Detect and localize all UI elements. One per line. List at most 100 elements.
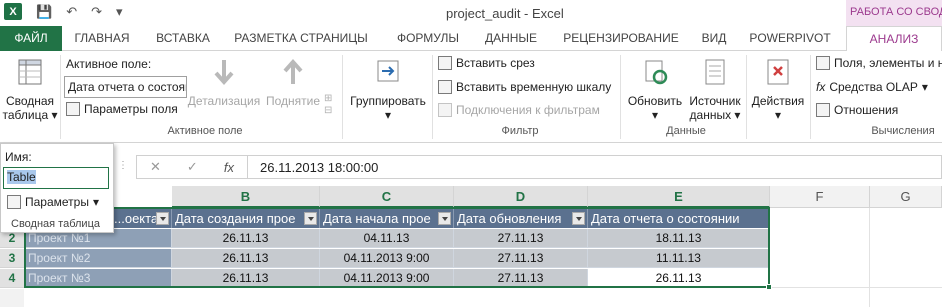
quick-access-toolbar: X 💾 ↶ ↷ ▾: [4, 3, 123, 20]
tab-review[interactable]: РЕЦЕНЗИРОВАНИЕ: [552, 26, 690, 51]
table-header-created[interactable]: Дата создания прое: [172, 209, 320, 228]
refresh-label: Обновить: [627, 94, 683, 108]
tab-formulas[interactable]: ФОРМУЛЫ: [384, 26, 472, 51]
tab-data[interactable]: ДАННЫЕ: [478, 26, 544, 51]
insert-slicer-label: Вставить срез: [456, 56, 535, 70]
actions-button[interactable]: Действия ▾: [750, 57, 806, 122]
insert-function-icon[interactable]: fx: [224, 160, 234, 175]
ribbon-tabs: ФАЙЛ ГЛАВНАЯ ВСТАВКА РАЗМЕТКА СТРАНИЦЫ Ф…: [0, 26, 942, 51]
slicer-icon: [438, 56, 452, 70]
options-icon: [7, 195, 21, 209]
pivot-name-label: Имя:: [5, 150, 32, 164]
column-header-e[interactable]: E: [588, 186, 770, 208]
expand-field-icon[interactable]: ⊞: [324, 93, 332, 104]
table-cell-start[interactable]: 04.11.2013 9:00: [320, 269, 454, 288]
actions-label: Действия: [751, 94, 805, 108]
table-cell-status-active[interactable]: 26.11.13: [588, 269, 770, 288]
table-header-project-label: ...оекта: [114, 211, 159, 226]
table-cell-updated[interactable]: 27.11.13: [454, 229, 588, 248]
tab-file[interactable]: ФАЙЛ: [0, 26, 62, 51]
table-cell-project[interactable]: Проект №3: [24, 269, 172, 288]
data-source-label-2: данных ▾: [689, 108, 741, 122]
pivot-options-label: Параметры: [25, 195, 89, 209]
pivot-name-value: Table: [7, 170, 36, 184]
collapse-field-icon[interactable]: ⊟: [324, 105, 332, 116]
table-header-status-label: Дата отчета о состоянии: [591, 211, 740, 226]
tab-insert[interactable]: ВСТАВКА: [146, 26, 220, 51]
pivot-table-group-label: Сводная таблица: [11, 218, 100, 230]
field-settings-button[interactable]: Параметры поля: [66, 102, 178, 116]
table-header-created-label: Дата создания прое: [175, 211, 296, 226]
table-cell-created[interactable]: 26.11.13: [172, 269, 320, 288]
table-cell-status[interactable]: 11.11.13: [588, 249, 770, 268]
column-header-d[interactable]: D: [454, 186, 588, 208]
table-cell-project[interactable]: Проект №2: [24, 249, 172, 268]
table-cell-created[interactable]: 26.11.13: [172, 249, 320, 268]
filter-dropdown-icon[interactable]: [438, 212, 451, 225]
insert-slicer-button[interactable]: Вставить срез: [438, 56, 535, 70]
filter-connections-button[interactable]: Подключения к фильтрам: [438, 103, 600, 117]
active-field-input[interactable]: Дата отчета о состоянии: [64, 76, 187, 98]
field-settings-label: Параметры поля: [84, 102, 178, 116]
table-cell-start[interactable]: 04.11.2013 9:00: [320, 249, 454, 268]
drill-down-icon: [214, 60, 234, 86]
filter-dropdown-icon[interactable]: [304, 212, 317, 225]
tab-home[interactable]: ГЛАВНАЯ: [64, 26, 140, 51]
group-button[interactable]: Группировать ▾: [346, 57, 430, 122]
table-header-status[interactable]: Дата отчета о состоянии: [588, 209, 770, 228]
tab-page-layout[interactable]: РАЗМЕТКА СТРАНИЦЫ: [226, 26, 376, 51]
relationships-button[interactable]: Отношения: [816, 103, 898, 117]
table-header-start[interactable]: Дата начала прое: [320, 209, 454, 228]
window-title: project_audit - Excel: [446, 6, 564, 21]
olap-dropdown-icon: ▾: [921, 80, 928, 94]
pivot-table-label-2: таблица ▾: [2, 108, 58, 122]
fill-handle[interactable]: [766, 284, 772, 290]
title-bar: X 💾 ↶ ↷ ▾ project_audit - Excel РАБОТА С…: [0, 0, 942, 26]
refresh-button[interactable]: Обновить ▾: [624, 57, 686, 122]
table-cell-created[interactable]: 26.11.13: [172, 229, 320, 248]
formula-input[interactable]: 26.11.2013 18:00:00: [248, 155, 942, 179]
table-cell-updated[interactable]: 27.11.13: [454, 269, 588, 288]
tab-powerpivot[interactable]: POWERPIVOT: [742, 26, 838, 51]
cancel-icon[interactable]: ✕: [150, 159, 161, 175]
column-header-f[interactable]: F: [770, 186, 870, 208]
row-header-5[interactable]: [0, 289, 24, 307]
pivot-options-button[interactable]: Параметры ▾: [7, 195, 99, 209]
undo-icon[interactable]: ↶: [66, 4, 77, 20]
row-header-4[interactable]: 4: [0, 269, 24, 288]
table-cell-status[interactable]: 18.11.13: [588, 229, 770, 248]
table-cell-start[interactable]: 04.11.13: [320, 229, 454, 248]
drill-down-button[interactable]: Детализация: [186, 57, 262, 108]
drill-down-label: Детализация: [187, 94, 261, 108]
filter-group-label: Фильтр: [501, 125, 539, 137]
column-header-b[interactable]: B: [172, 186, 320, 208]
pivot-table-icon: [18, 59, 42, 85]
tab-view[interactable]: ВИД: [694, 26, 734, 51]
insert-timeline-button[interactable]: Вставить временную шкалу: [438, 80, 611, 94]
active-field-label: Активное поле:: [66, 57, 152, 71]
redo-icon[interactable]: ↷: [91, 4, 102, 20]
drill-up-label: Поднятие: [265, 94, 321, 108]
filter-dropdown-icon[interactable]: [572, 212, 585, 225]
drill-up-button[interactable]: Поднятие: [262, 57, 324, 108]
fields-items-sets-button[interactable]: Поля, элементы и н: [816, 56, 942, 70]
customize-qat-icon[interactable]: ▾: [116, 4, 123, 20]
table-cell-updated[interactable]: 27.11.13: [454, 249, 588, 268]
enter-icon[interactable]: ✓: [187, 159, 198, 175]
table-header-updated[interactable]: Дата обновления: [454, 209, 588, 228]
pivot-name-popup: Имя: Table Параметры ▾ Сводная таблица: [0, 143, 114, 233]
filter-dropdown-icon[interactable]: [156, 212, 169, 225]
excel-logo-icon: X: [4, 3, 22, 20]
olap-tools-button[interactable]: fx Средства OLAP ▾: [816, 80, 928, 94]
column-header-g[interactable]: G: [870, 186, 942, 208]
pivot-table-button[interactable]: Сводная таблица ▾: [2, 57, 58, 122]
tab-analyze[interactable]: АНАЛИЗ: [846, 26, 942, 51]
change-source-button[interactable]: Источник данных ▾: [686, 57, 744, 122]
row-header-3[interactable]: 3: [0, 249, 24, 268]
pivot-name-input[interactable]: Table: [3, 167, 109, 189]
fields-items-label: Поля, элементы и н: [834, 56, 942, 70]
column-header-c[interactable]: C: [320, 186, 454, 208]
data-source-label-1: Источник: [689, 94, 741, 108]
formula-bar-grip-icon: ⋮: [118, 160, 128, 171]
save-icon[interactable]: 💾: [36, 4, 52, 20]
